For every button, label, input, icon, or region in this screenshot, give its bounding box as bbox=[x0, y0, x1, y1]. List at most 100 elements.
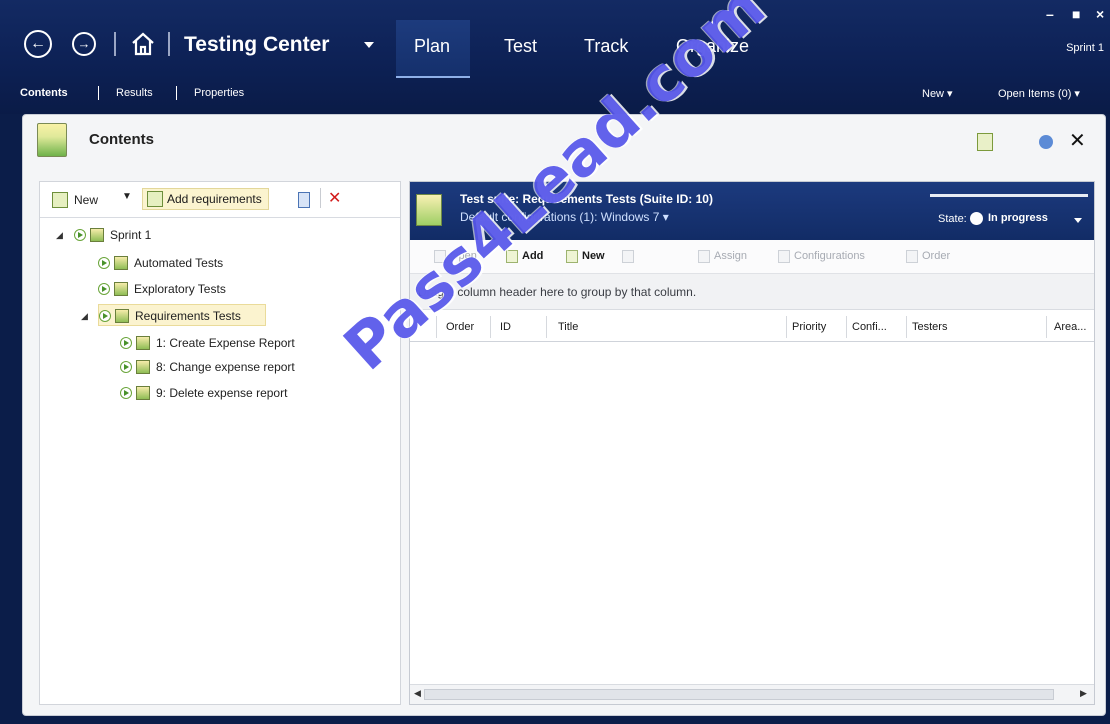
chevron-down-icon[interactable] bbox=[364, 42, 374, 48]
panel-title: Contents bbox=[89, 131, 154, 148]
add-requirements-button[interactable]: Add requirements bbox=[142, 188, 269, 210]
column-id[interactable]: ID bbox=[500, 321, 511, 333]
tree-item-label: 1: Create Expense Report bbox=[156, 336, 295, 350]
content-panel: Contents ✕ New ▼ Add requirements ✕ ◢ Sp… bbox=[22, 114, 1106, 716]
requirement-icon bbox=[136, 360, 150, 374]
run-icon bbox=[120, 361, 132, 373]
suite-icon bbox=[114, 282, 128, 296]
new-icon bbox=[566, 250, 578, 263]
tree-item-requirement-1[interactable]: 1: Create Expense Report bbox=[120, 332, 340, 354]
delete-icon[interactable]: ✕ bbox=[328, 188, 341, 208]
column-title[interactable]: Title bbox=[558, 321, 578, 333]
assign-label: Assign bbox=[714, 250, 748, 262]
back-icon[interactable]: ← bbox=[24, 30, 52, 58]
collapse-icon[interactable]: ◢ bbox=[81, 305, 88, 327]
minimize-button[interactable]: – bbox=[1046, 6, 1054, 22]
tab-track[interactable]: Track bbox=[584, 36, 628, 57]
home-icon[interactable] bbox=[130, 31, 156, 57]
requirements-icon bbox=[147, 191, 163, 207]
close-panel-button[interactable]: ✕ bbox=[1069, 128, 1086, 153]
suite-header: Test suite: Requirements Tests (Suite ID… bbox=[410, 182, 1094, 240]
state-dropdown[interactable]: In progress bbox=[988, 212, 1048, 224]
column-divider bbox=[546, 316, 547, 338]
column-priority[interactable]: Priority bbox=[792, 321, 826, 333]
grid-header: Order ID Title Priority Confi... Testers… bbox=[410, 312, 1094, 342]
configurations-icon bbox=[778, 250, 790, 263]
tab-test[interactable]: Test bbox=[504, 36, 537, 57]
tree-item-label: 8: Change expense report bbox=[156, 360, 295, 374]
open-button[interactable]: Open bbox=[434, 250, 477, 263]
add-label: Add bbox=[522, 250, 544, 262]
assign-button[interactable]: Assign bbox=[698, 250, 748, 263]
export-icon[interactable] bbox=[977, 133, 993, 151]
toolbar-divider bbox=[320, 188, 321, 208]
state-label: State: bbox=[938, 213, 967, 225]
scroll-left-icon[interactable]: ◀ bbox=[414, 688, 421, 699]
tree-item-label: Exploratory Tests bbox=[134, 282, 226, 296]
tree-item-requirement-9[interactable]: 9: Delete expense report bbox=[120, 382, 340, 404]
subnav-properties[interactable]: Properties bbox=[194, 87, 244, 99]
subnav-contents[interactable]: Contents bbox=[20, 87, 68, 99]
assign-icon bbox=[698, 250, 710, 263]
default-configurations-link[interactable]: Default configurations (1): Windows 7 ▾ bbox=[460, 210, 669, 224]
column-testers[interactable]: Testers bbox=[912, 321, 947, 333]
open-items-menu[interactable]: Open Items (0) ▾ bbox=[998, 87, 1080, 100]
subnav-results[interactable]: Results bbox=[116, 87, 153, 99]
order-icon bbox=[906, 250, 918, 263]
scrollbar-thumb[interactable] bbox=[424, 689, 1054, 700]
column-area[interactable]: Area... bbox=[1054, 321, 1086, 333]
tree-item-exploratory-tests[interactable]: Exploratory Tests bbox=[98, 278, 258, 300]
header-divider bbox=[168, 32, 170, 56]
run-icon bbox=[98, 283, 110, 295]
open-icon bbox=[434, 250, 446, 263]
remove-icon bbox=[622, 250, 634, 263]
column-order[interactable]: Order bbox=[446, 321, 474, 333]
tree-item-label: Sprint 1 bbox=[110, 228, 152, 242]
tree-item-automated-tests[interactable]: Automated Tests bbox=[98, 252, 258, 274]
help-icon[interactable] bbox=[1039, 135, 1053, 149]
iteration-label[interactable]: Sprint 1 bbox=[1066, 42, 1104, 54]
add-icon bbox=[506, 250, 518, 263]
collapse-icon[interactable]: ◢ bbox=[56, 224, 63, 246]
run-icon bbox=[74, 229, 86, 241]
order-button[interactable]: Order bbox=[906, 250, 950, 263]
add-button[interactable]: Add bbox=[506, 250, 544, 263]
new-menu[interactable]: New ▾ bbox=[922, 87, 953, 100]
chevron-down-icon[interactable]: ▼ bbox=[122, 191, 132, 202]
run-icon bbox=[99, 310, 111, 322]
app-title[interactable]: Testing Center bbox=[184, 33, 329, 57]
test-case-toolbar: Open Add New Assign Configurations Order bbox=[410, 240, 1094, 274]
run-icon bbox=[120, 337, 132, 349]
test-case-grid[interactable] bbox=[410, 342, 1094, 682]
column-divider bbox=[490, 316, 491, 338]
state-icon bbox=[970, 212, 983, 225]
run-icon bbox=[98, 257, 110, 269]
new-suite-button[interactable]: New bbox=[74, 193, 98, 207]
header-divider bbox=[114, 32, 116, 56]
scroll-right-icon[interactable]: ▶ bbox=[1080, 688, 1087, 699]
horizontal-scrollbar[interactable]: ◀ ▶ bbox=[410, 684, 1094, 704]
forward-icon[interactable]: → bbox=[72, 32, 96, 56]
maximize-button[interactable]: ■ bbox=[1072, 6, 1080, 22]
new-button[interactable]: New bbox=[566, 250, 605, 263]
group-by-area[interactable]: Drag a column header here to group by th… bbox=[410, 274, 1094, 310]
add-requirements-label: Add requirements bbox=[167, 192, 262, 206]
tab-organize[interactable]: Organize bbox=[676, 36, 749, 57]
column-configurations[interactable]: Confi... bbox=[852, 321, 887, 333]
column-divider bbox=[786, 316, 787, 338]
close-button[interactable]: × bbox=[1096, 6, 1104, 22]
tree-item-label: 9: Delete expense report bbox=[156, 386, 288, 400]
tree-item-requirement-8[interactable]: 8: Change expense report bbox=[120, 356, 340, 378]
configurations-button[interactable]: Configurations bbox=[778, 250, 865, 263]
tab-plan[interactable]: Plan bbox=[414, 36, 450, 57]
suite-tree-pane: New ▼ Add requirements ✕ ◢ Sprint 1 Auto… bbox=[39, 181, 401, 705]
new-label: New bbox=[582, 250, 605, 262]
column-divider bbox=[906, 316, 907, 338]
tree-item-label: Automated Tests bbox=[134, 256, 224, 270]
new-suite-icon[interactable] bbox=[52, 192, 68, 208]
sort-icon[interactable] bbox=[298, 192, 310, 208]
chevron-down-icon[interactable] bbox=[1074, 218, 1082, 223]
test-plan-icon bbox=[37, 123, 67, 157]
tree-item-sprint[interactable]: ◢ Sprint 1 bbox=[56, 224, 184, 246]
tree-item-requirements-tests[interactable]: ◢ Requirements Tests bbox=[81, 304, 266, 326]
